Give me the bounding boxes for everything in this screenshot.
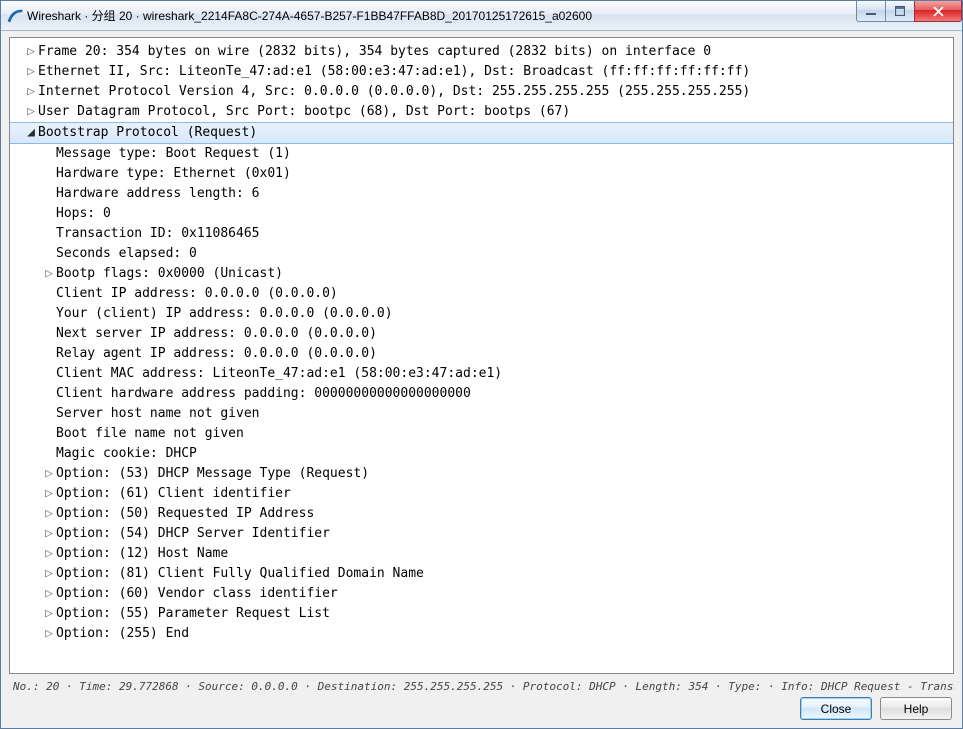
- tree-row-label: Option: (60) Vendor class identifier: [56, 584, 338, 604]
- tree-row-label: Hardware address length: 6: [56, 184, 260, 204]
- tree-row[interactable]: ▷Client MAC address: LiteonTe_47:ad:e1 (…: [10, 364, 953, 384]
- tree-row-label: Message type: Boot Request (1): [56, 144, 291, 164]
- window-buttons: [857, 1, 962, 22]
- tree-row[interactable]: ▷Option: (53) DHCP Message Type (Request…: [10, 464, 953, 484]
- tree-row[interactable]: ▷Message type: Boot Request (1): [10, 144, 953, 164]
- expander-closed-icon[interactable]: ▷: [42, 624, 56, 644]
- tree-row[interactable]: ▷Client IP address: 0.0.0.0 (0.0.0.0): [10, 284, 953, 304]
- help-button[interactable]: Help: [880, 697, 952, 720]
- tree-row[interactable]: ▷Option: (255) End: [10, 624, 953, 644]
- tree-row-label: Internet Protocol Version 4, Src: 0.0.0.…: [38, 82, 750, 102]
- tree-row-label: Option: (61) Client identifier: [56, 484, 291, 504]
- packet-details-window: Wireshark · 分组 20 · wireshark_2214FA8C-2…: [0, 0, 963, 729]
- button-row: Close Help: [9, 697, 954, 720]
- tree-row[interactable]: ▷Hardware type: Ethernet (0x01): [10, 164, 953, 184]
- tree-row-label: Client hardware address padding: 0000000…: [56, 384, 471, 404]
- tree-row-label: Frame 20: 354 bytes on wire (2832 bits),…: [38, 42, 711, 62]
- tree-row-label: Option: (12) Host Name: [56, 544, 228, 564]
- expander-closed-icon[interactable]: ▷: [24, 102, 38, 122]
- expander-closed-icon[interactable]: ▷: [42, 524, 56, 544]
- tree-row-label: Option: (255) End: [56, 624, 189, 644]
- tree-row[interactable]: ▷Next server IP address: 0.0.0.0 (0.0.0.…: [10, 324, 953, 344]
- expander-closed-icon[interactable]: ▷: [42, 464, 56, 484]
- tree-row-label: Client IP address: 0.0.0.0 (0.0.0.0): [56, 284, 338, 304]
- tree-row[interactable]: ▷Option: (81) Client Fully Qualified Dom…: [10, 564, 953, 584]
- tree-row-label: Relay agent IP address: 0.0.0.0 (0.0.0.0…: [56, 344, 377, 364]
- tree-row-label: Option: (50) Requested IP Address: [56, 504, 314, 524]
- minimize-button[interactable]: [856, 1, 886, 22]
- tree-row[interactable]: ▷Option: (12) Host Name: [10, 544, 953, 564]
- tree-row[interactable]: ▷Your (client) IP address: 0.0.0.0 (0.0.…: [10, 304, 953, 324]
- expander-closed-icon[interactable]: ▷: [42, 564, 56, 584]
- tree-row-label: User Datagram Protocol, Src Port: bootpc…: [38, 102, 570, 122]
- expander-closed-icon[interactable]: ▷: [24, 62, 38, 82]
- expander-closed-icon[interactable]: ▷: [42, 584, 56, 604]
- client-area: ▷Frame 20: 354 bytes on wire (2832 bits)…: [1, 31, 962, 728]
- window-title: Wireshark · 分组 20 · wireshark_2214FA8C-2…: [27, 7, 857, 24]
- expander-closed-icon[interactable]: ▷: [42, 264, 56, 284]
- tree-row[interactable]: ▷Option: (60) Vendor class identifier: [10, 584, 953, 604]
- protocol-tree[interactable]: ▷Frame 20: 354 bytes on wire (2832 bits)…: [9, 37, 954, 674]
- tree-row[interactable]: ▷Frame 20: 354 bytes on wire (2832 bits)…: [10, 42, 953, 62]
- tree-row-label: Next server IP address: 0.0.0.0 (0.0.0.0…: [56, 324, 377, 344]
- tree-row-label: Option: (53) DHCP Message Type (Request): [56, 464, 369, 484]
- expander-closed-icon[interactable]: ▷: [24, 82, 38, 102]
- expander-closed-icon[interactable]: ▷: [42, 544, 56, 564]
- expander-open-icon[interactable]: ◢: [24, 123, 38, 143]
- tree-row[interactable]: ▷Boot file name not given: [10, 424, 953, 444]
- tree-row[interactable]: ▷Option: (55) Parameter Request List: [10, 604, 953, 624]
- tree-row-label: Client MAC address: LiteonTe_47:ad:e1 (5…: [56, 364, 502, 384]
- tree-row-label: Option: (54) DHCP Server Identifier: [56, 524, 330, 544]
- tree-row-label: Seconds elapsed: 0: [56, 244, 197, 264]
- tree-row[interactable]: ▷Magic cookie: DHCP: [10, 444, 953, 464]
- tree-row[interactable]: ▷Transaction ID: 0x11086465: [10, 224, 953, 244]
- tree-row-label: Bootstrap Protocol (Request): [38, 123, 257, 143]
- tree-row-label: Server host name not given: [56, 404, 260, 424]
- tree-row[interactable]: ▷Option: (50) Requested IP Address: [10, 504, 953, 524]
- tree-row[interactable]: ▷Option: (54) DHCP Server Identifier: [10, 524, 953, 544]
- close-window-button[interactable]: [914, 1, 962, 22]
- tree-row-label: Option: (55) Parameter Request List: [56, 604, 330, 624]
- tree-row-label: Transaction ID: 0x11086465: [56, 224, 260, 244]
- expander-closed-icon[interactable]: ▷: [42, 484, 56, 504]
- tree-row[interactable]: ▷User Datagram Protocol, Src Port: bootp…: [10, 102, 953, 122]
- expander-closed-icon[interactable]: ▷: [42, 604, 56, 624]
- maximize-button[interactable]: [885, 1, 915, 22]
- close-button[interactable]: Close: [800, 697, 872, 720]
- tree-row-label: Bootp flags: 0x0000 (Unicast): [56, 264, 283, 284]
- expander-closed-icon[interactable]: ▷: [24, 42, 38, 62]
- titlebar[interactable]: Wireshark · 分组 20 · wireshark_2214FA8C-2…: [1, 1, 962, 31]
- tree-row[interactable]: ▷Ethernet II, Src: LiteonTe_47:ad:e1 (58…: [10, 62, 953, 82]
- wireshark-icon: [7, 8, 23, 24]
- tree-row[interactable]: ▷Server host name not given: [10, 404, 953, 424]
- tree-row[interactable]: ▷Option: (61) Client identifier: [10, 484, 953, 504]
- expander-closed-icon[interactable]: ▷: [42, 504, 56, 524]
- tree-row-label: Your (client) IP address: 0.0.0.0 (0.0.0…: [56, 304, 393, 324]
- tree-row[interactable]: ▷Relay agent IP address: 0.0.0.0 (0.0.0.…: [10, 344, 953, 364]
- tree-row-label: Option: (81) Client Fully Qualified Doma…: [56, 564, 424, 584]
- tree-row[interactable]: ▷Seconds elapsed: 0: [10, 244, 953, 264]
- tree-row[interactable]: ▷Internet Protocol Version 4, Src: 0.0.0…: [10, 82, 953, 102]
- tree-row-label: Magic cookie: DHCP: [56, 444, 197, 464]
- tree-row[interactable]: ▷Bootp flags: 0x0000 (Unicast): [10, 264, 953, 284]
- tree-row[interactable]: ▷Client hardware address padding: 000000…: [10, 384, 953, 404]
- tree-row-label: Hops: 0: [56, 204, 111, 224]
- tree-row-label: Ethernet II, Src: LiteonTe_47:ad:e1 (58:…: [38, 62, 750, 82]
- tree-row-label: Boot file name not given: [56, 424, 244, 444]
- tree-row[interactable]: ▷Hardware address length: 6: [10, 184, 953, 204]
- tree-row[interactable]: ◢Bootstrap Protocol (Request): [10, 122, 953, 144]
- tree-row-label: Hardware type: Ethernet (0x01): [56, 164, 291, 184]
- status-line: No.: 20 · Time: 29.772868 · Source: 0.0.…: [9, 674, 954, 697]
- tree-row[interactable]: ▷Hops: 0: [10, 204, 953, 224]
